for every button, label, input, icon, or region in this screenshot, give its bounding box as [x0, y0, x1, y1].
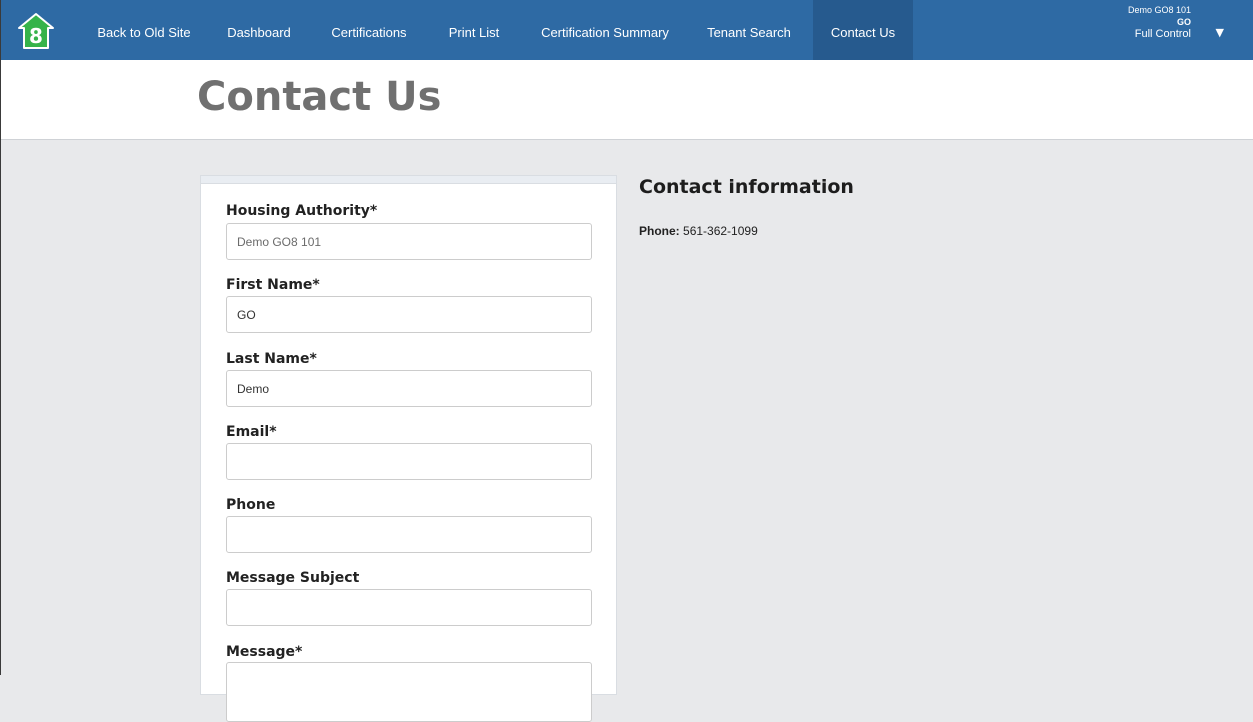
first-name-label: First Name*: [226, 277, 320, 293]
home-logo-icon[interactable]: 8: [17, 12, 55, 50]
user-name: GO: [1176, 17, 1191, 27]
email-label: Email*: [226, 424, 277, 440]
nav-print-list[interactable]: Print List: [429, 0, 519, 60]
user-menu[interactable]: Demo GO8 101 GO Full Control: [1128, 4, 1191, 41]
page-title: Contact Us: [197, 74, 442, 120]
caret-down-icon[interactable]: ▼: [1216, 26, 1224, 39]
first-name-field[interactable]: [226, 296, 592, 333]
nav-certifications[interactable]: Certifications: [311, 0, 427, 60]
contact-information-heading: Contact information: [639, 176, 854, 198]
housing-authority-label: Housing Authority*: [226, 203, 378, 219]
page-header: Contact Us: [1, 60, 1253, 140]
message-subject-label: Message Subject: [226, 570, 360, 586]
user-organization: Demo GO8 101: [1127, 5, 1191, 15]
contact-phone: Phone: 561-362-1099: [639, 224, 758, 238]
contact-form: Housing Authority* First Name* Last Name…: [200, 175, 617, 722]
user-role: Full Control: [1134, 28, 1191, 40]
last-name-label: Last Name*: [226, 351, 317, 367]
housing-authority-field[interactable]: [226, 223, 592, 260]
message-label: Message*: [226, 644, 303, 660]
nav-tenant-search[interactable]: Tenant Search: [691, 0, 807, 60]
logo-number: 8: [29, 24, 43, 48]
last-name-field[interactable]: [226, 370, 592, 407]
nav-back-to-old-site[interactable]: Back to Old Site: [81, 0, 207, 60]
nav-contact-us[interactable]: Contact Us: [813, 0, 913, 60]
nav-dashboard[interactable]: Dashboard: [209, 0, 309, 60]
nav-certification-summary[interactable]: Certification Summary: [521, 0, 689, 60]
top-navigation-bar: 8 Back to Old Site Dashboard Certificati…: [1, 0, 1253, 60]
message-subject-field[interactable]: [226, 589, 592, 626]
form-card-header: [201, 176, 616, 184]
phone-field[interactable]: [226, 516, 592, 553]
contact-phone-value: 561-362-1099: [683, 224, 758, 238]
contact-phone-label: Phone:: [639, 224, 680, 238]
message-field[interactable]: [226, 662, 592, 722]
phone-label: Phone: [226, 497, 276, 513]
email-field[interactable]: [226, 443, 592, 480]
